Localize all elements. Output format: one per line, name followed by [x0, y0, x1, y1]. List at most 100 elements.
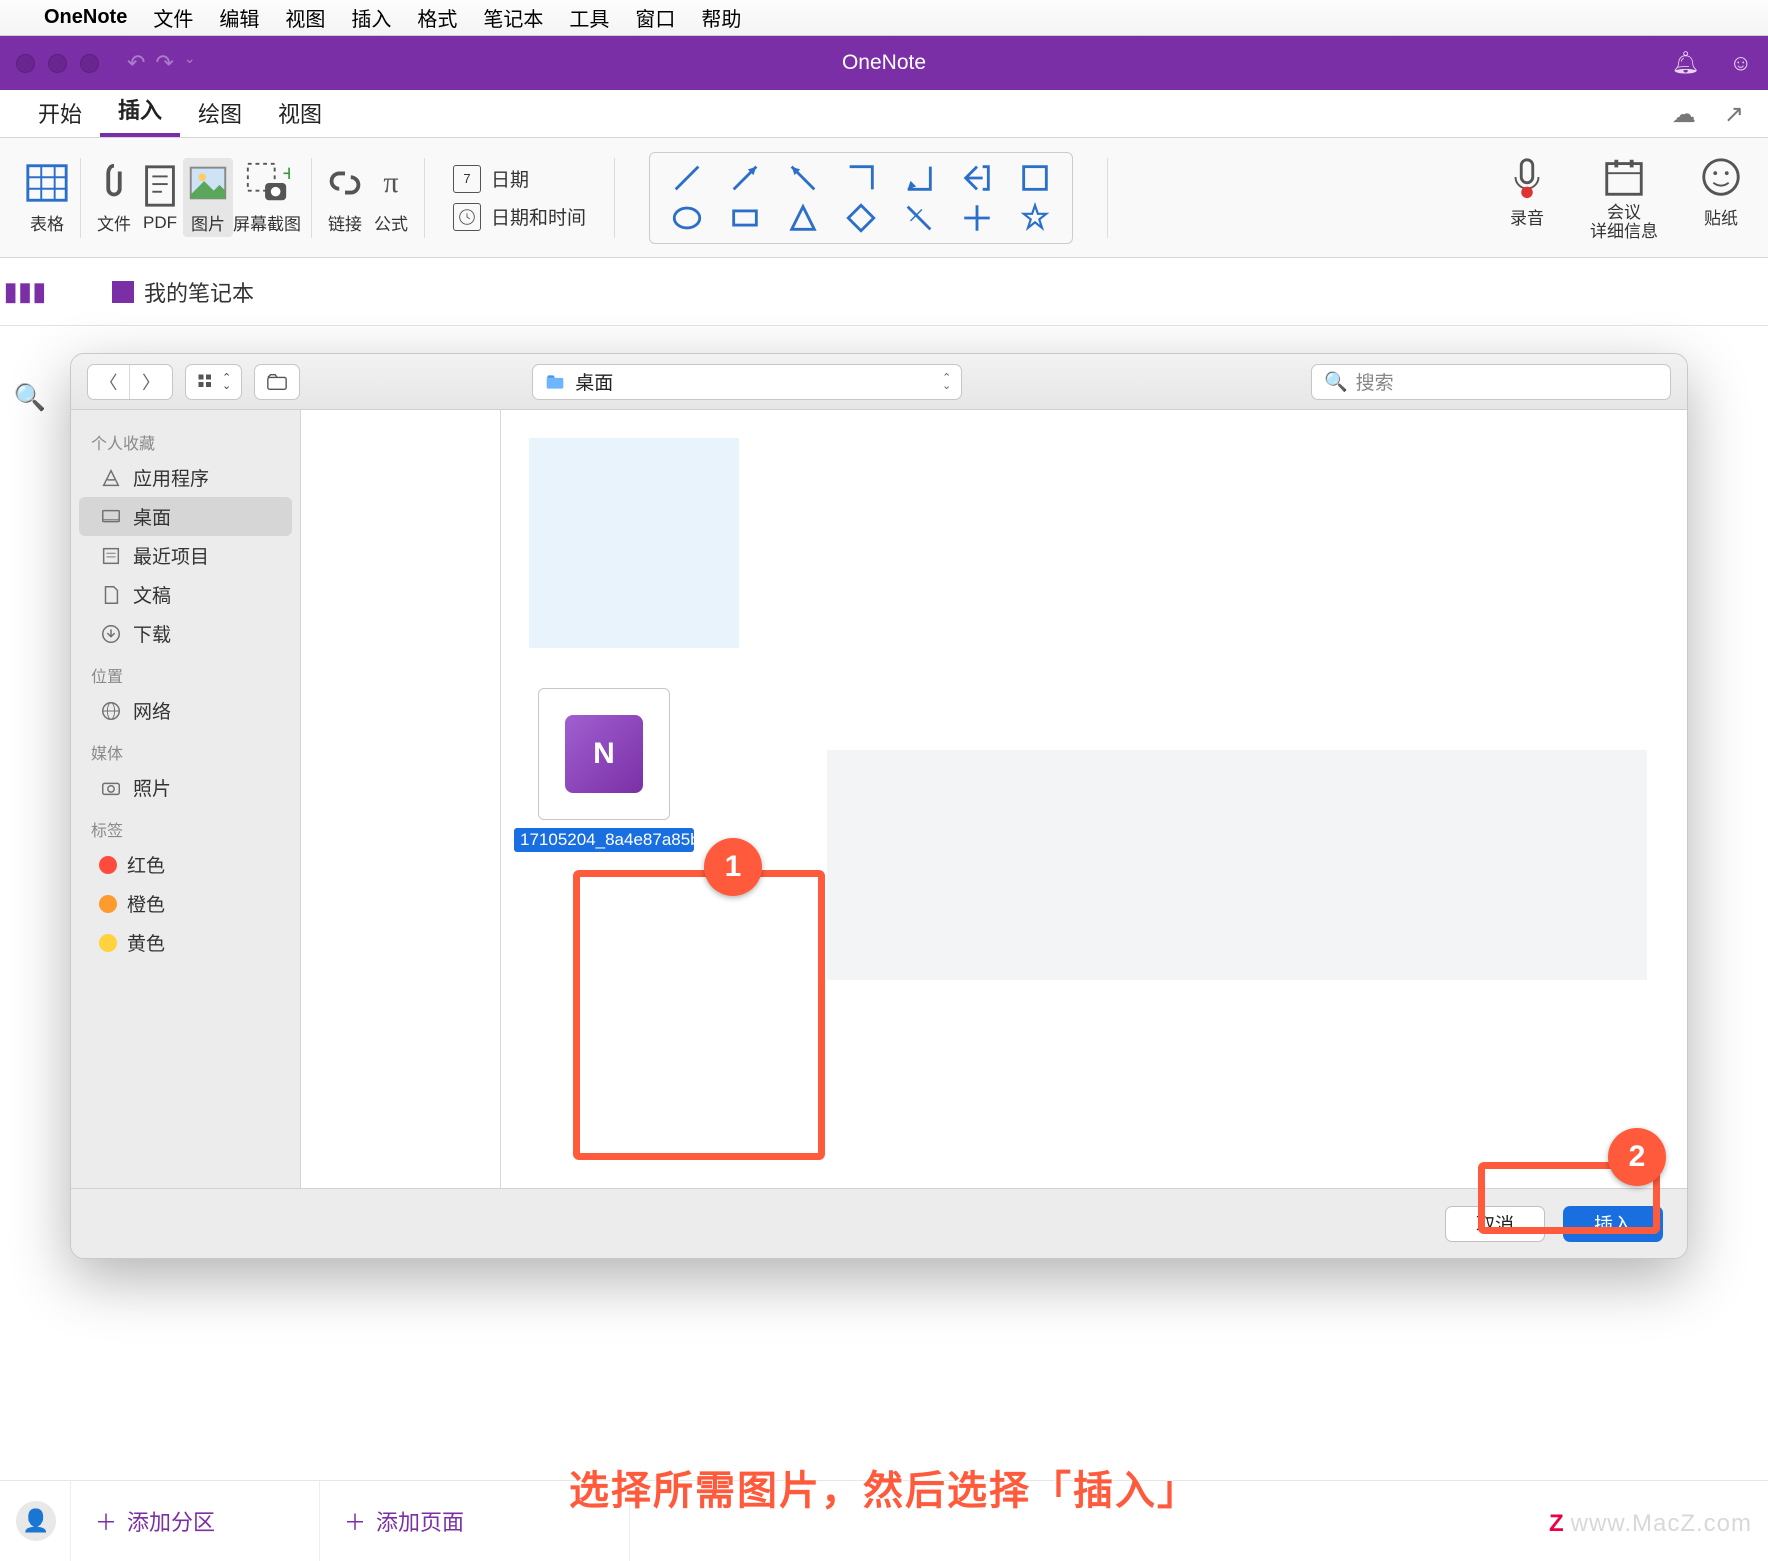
tab-view[interactable]: 视图: [260, 87, 340, 137]
file-thumb-generic[interactable]: [529, 438, 739, 648]
sb-documents[interactable]: 文稿: [79, 575, 292, 614]
sb-applications[interactable]: 应用程序: [79, 458, 292, 497]
menu-tools[interactable]: 工具: [569, 3, 609, 32]
group-popup[interactable]: [254, 364, 300, 400]
ribbon-link[interactable]: 链接: [322, 160, 368, 235]
desktop-icon: [99, 505, 123, 529]
insert-button[interactable]: 插入: [1563, 1206, 1663, 1242]
ribbon-date[interactable]: 7日期: [453, 165, 586, 193]
ribbon-table[interactable]: 表格: [24, 160, 70, 235]
ribbon-pdf[interactable]: PDF: [137, 163, 183, 233]
file-name-label: 17105204_8a4e87a85b.png: [514, 828, 694, 852]
window-controls[interactable]: [16, 54, 99, 73]
menu-format[interactable]: 格式: [417, 3, 457, 32]
notebook-title[interactable]: 我的笔记本: [112, 276, 254, 308]
window-title: OneNote: [842, 51, 926, 75]
preview-placeholder: [827, 750, 1647, 980]
cancel-button[interactable]: 取消: [1445, 1206, 1545, 1242]
sb-recents[interactable]: 最近项目: [79, 536, 292, 575]
file-area[interactable]: N 17105204_8a4e87a85b.png: [501, 410, 1687, 1188]
svg-text:+: +: [282, 160, 290, 186]
nav-back-forward[interactable]: 〈 〉: [87, 364, 173, 400]
sb-tags-label: 标签: [71, 807, 300, 845]
ribbon-datetime[interactable]: 日期和时间: [453, 203, 586, 231]
add-page[interactable]: ＋添加页面: [320, 1481, 630, 1561]
preview-pane: [787, 410, 1687, 1188]
downloads-icon: [99, 622, 123, 646]
notebooks-icon[interactable]: ▮▮▮: [7, 274, 43, 310]
tab-home[interactable]: 开始: [20, 87, 100, 137]
picker-search[interactable]: 🔍 搜索: [1311, 364, 1671, 400]
bell-icon[interactable]: 🔔︎: [1672, 50, 1700, 76]
file-thumbnail: N: [538, 688, 670, 820]
sb-network[interactable]: 网络: [79, 691, 292, 730]
ribbon-shapes[interactable]: [649, 152, 1073, 244]
ribbon-record[interactable]: 录音: [1504, 154, 1550, 241]
sb-favorites-label: 个人收藏: [71, 420, 300, 458]
nav-forward-icon[interactable]: 〉: [130, 365, 172, 399]
picker-toolbar: 〈 〉 ⌃⌄ 桌面 ⌃⌄ 🔍 搜索: [71, 354, 1687, 410]
sb-photos[interactable]: 照片: [79, 768, 292, 807]
network-icon: [99, 699, 123, 723]
search-icon: 🔍: [1324, 370, 1348, 394]
search-icon[interactable]: 🔍: [14, 382, 46, 413]
nav-back-icon[interactable]: 〈: [88, 365, 130, 399]
notebook-color-icon: [112, 281, 134, 303]
tab-draw[interactable]: 绘图: [180, 87, 260, 137]
applications-icon: [99, 466, 123, 490]
add-section[interactable]: ＋添加分区: [70, 1481, 320, 1561]
menu-insert[interactable]: 插入: [351, 3, 391, 32]
app-name[interactable]: OneNote: [44, 6, 127, 29]
menu-help[interactable]: 帮助: [701, 3, 741, 32]
ribbon-sticker[interactable]: 贴纸: [1698, 154, 1744, 241]
menu-view[interactable]: 视图: [285, 3, 325, 32]
ribbon-meeting[interactable]: 会议 详细信息: [1590, 154, 1658, 241]
notebook-bar: ▮▮▮ 我的笔记本: [0, 258, 1768, 326]
bottom-bar: 👤 ＋添加分区 ＋添加页面: [0, 1480, 1768, 1560]
mac-menubar: OneNote 文件 编辑 视图 插入 格式 笔记本 工具 窗口 帮助: [0, 0, 1768, 36]
photos-icon: [99, 776, 123, 800]
ribbon-file[interactable]: 文件: [91, 160, 137, 235]
left-rail: 🔍: [0, 326, 60, 1480]
menu-notebook[interactable]: 笔记本: [483, 3, 543, 32]
qat-more-icon[interactable]: ⌄: [184, 50, 196, 76]
ribbon-formula[interactable]: π 公式: [368, 160, 414, 235]
ribbon-picture[interactable]: 图片: [183, 158, 233, 237]
view-mode-popup[interactable]: ⌃⌄: [185, 364, 242, 400]
file-tile-selected[interactable]: N 17105204_8a4e87a85b.png: [529, 688, 679, 852]
column-strip: [301, 410, 501, 1188]
file-picker-dialog: 〈 〉 ⌃⌄ 桌面 ⌃⌄ 🔍 搜索 个人收藏 应用程序 桌面 最近项目 文稿 下…: [70, 353, 1688, 1259]
picker-sidebar: 个人收藏 应用程序 桌面 最近项目 文稿 下载 位置 网络 媒体 照片 标签 红…: [71, 410, 301, 1188]
smiley-icon[interactable]: ☺: [1730, 50, 1752, 76]
ribbon-screenshot[interactable]: + 屏幕截图: [233, 160, 301, 235]
window-titlebar: ↶ ↷ ⌄ OneNote 🔔︎ ☺: [0, 36, 1768, 90]
watermark: Zwww.MacZ.com: [1549, 1510, 1752, 1538]
sb-tag-orange[interactable]: 橙色: [79, 884, 292, 923]
tag-dot-yellow-icon: [99, 934, 117, 952]
menu-file[interactable]: 文件: [153, 3, 193, 32]
menu-edit[interactable]: 编辑: [219, 3, 259, 32]
tag-dot-orange-icon: [99, 895, 117, 913]
ribbon: 表格 文件 PDF 图片 + 屏幕截图 链接 π 公式 7日期 日期和时间: [0, 138, 1768, 258]
picker-footer: 取消 插入: [71, 1188, 1687, 1258]
sb-tag-red[interactable]: 红色: [79, 845, 292, 884]
location-popup[interactable]: 桌面 ⌃⌄: [532, 364, 962, 400]
recents-icon: [99, 544, 123, 568]
sb-tag-yellow[interactable]: 黄色: [79, 923, 292, 962]
undo-redo[interactable]: ↶ ↷ ⌄: [127, 50, 196, 76]
sb-desktop[interactable]: 桌面: [79, 497, 292, 536]
redo-icon[interactable]: ↷: [155, 50, 173, 76]
account-avatar[interactable]: 👤: [16, 1501, 56, 1541]
share-icon[interactable]: ↗: [1724, 100, 1744, 129]
documents-icon: [99, 583, 123, 607]
ribbon-tabs: 开始 插入 绘图 视图 ☁ ↗: [0, 90, 1768, 138]
menu-window[interactable]: 窗口: [635, 3, 675, 32]
sb-downloads[interactable]: 下载: [79, 614, 292, 653]
tab-insert[interactable]: 插入: [100, 83, 180, 137]
undo-icon[interactable]: ↶: [127, 50, 145, 76]
onenote-file-icon: N: [565, 715, 643, 793]
tag-dot-red-icon: [99, 856, 117, 874]
sb-media-label: 媒体: [71, 730, 300, 768]
sb-locations-label: 位置: [71, 653, 300, 691]
cloud-sync-icon[interactable]: ☁: [1672, 100, 1696, 129]
